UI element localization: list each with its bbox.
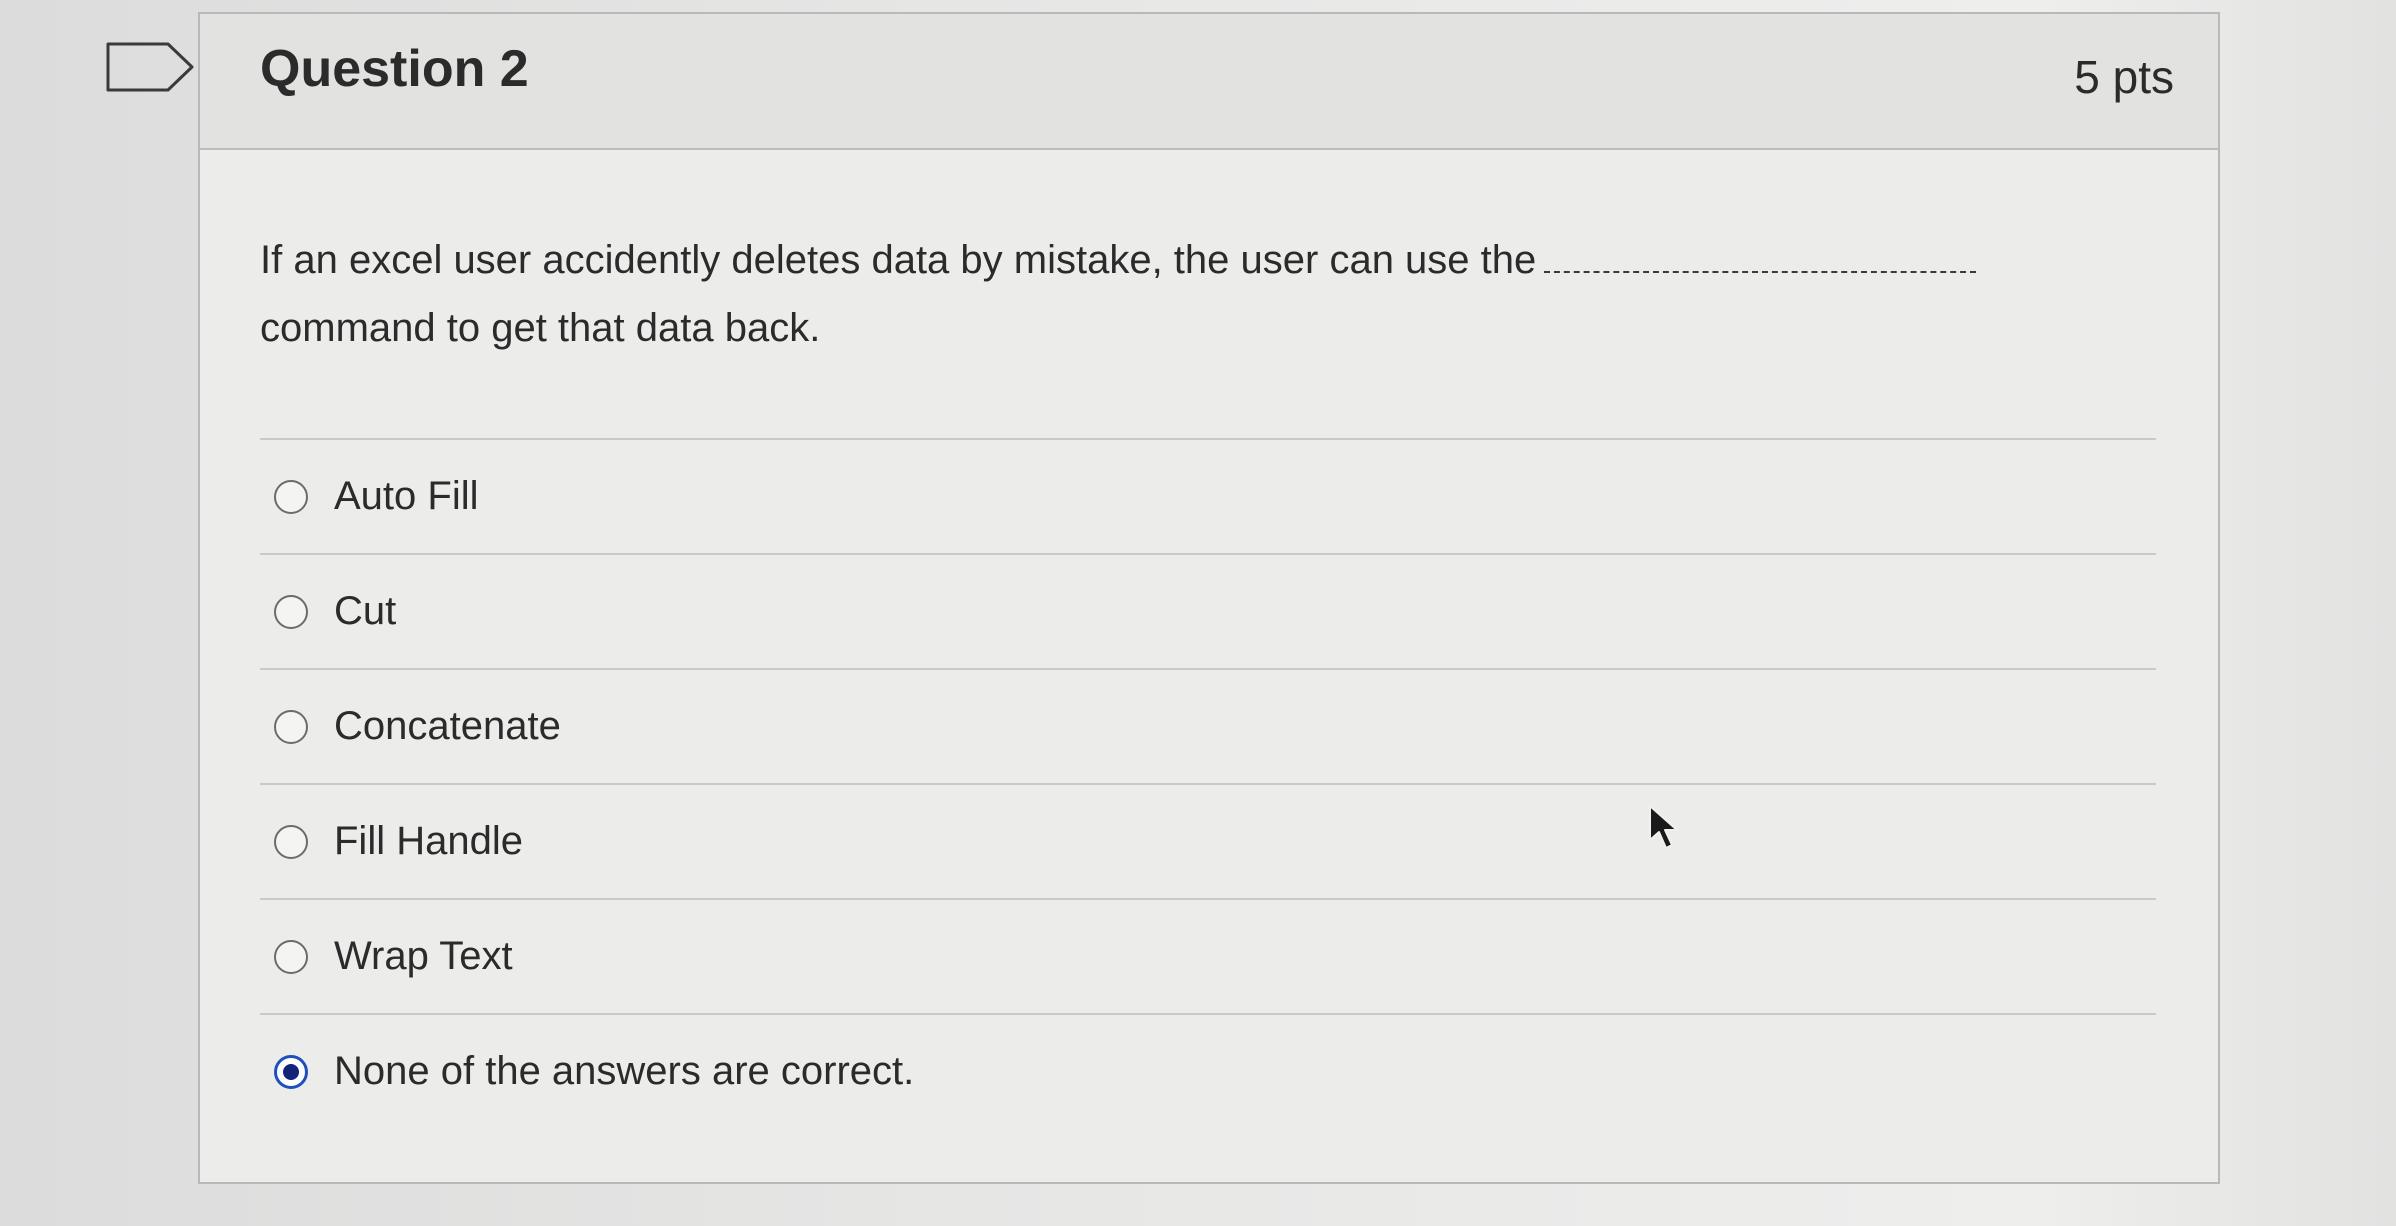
answer-option-fill-handle[interactable]: Fill Handle: [260, 783, 2156, 898]
question-header: Question 2 5 pts: [200, 14, 2218, 150]
flag-question-icon[interactable]: [106, 42, 196, 92]
question-title: Question 2: [260, 40, 529, 98]
answer-label[interactable]: Fill Handle: [334, 815, 523, 867]
answer-label[interactable]: Auto Fill: [334, 470, 479, 522]
answer-option-cut[interactable]: Cut: [260, 553, 2156, 668]
question-text-before-blank: If an excel user accidently deletes data…: [260, 238, 1537, 282]
answer-option-none-correct[interactable]: None of the answers are correct.: [260, 1013, 2156, 1128]
question-points: 5 pts: [2074, 51, 2174, 103]
answer-option-auto-fill[interactable]: Auto Fill: [260, 438, 2156, 553]
mouse-pointer-icon: [1649, 805, 1678, 849]
radio-button-selected[interactable]: [274, 1055, 308, 1089]
answer-blank: [1544, 241, 1977, 273]
radio-button[interactable]: [274, 480, 308, 514]
radio-button[interactable]: [274, 595, 308, 629]
radio-button[interactable]: [274, 940, 308, 974]
radio-button[interactable]: [274, 710, 308, 744]
answer-label[interactable]: Concatenate: [334, 700, 561, 752]
question-text-after-blank: command to get that data back.: [260, 306, 821, 350]
question-text: If an excel user accidently deletes data…: [260, 226, 2140, 362]
answer-list: Auto Fill Cut Concatenate Fill Handle Wr…: [260, 438, 2156, 1128]
radio-button[interactable]: [274, 825, 308, 859]
answer-label[interactable]: Wrap Text: [334, 930, 513, 982]
answer-label[interactable]: None of the answers are correct.: [334, 1045, 914, 1097]
question-card: Question 2 5 pts If an excel user accide…: [198, 12, 2220, 1184]
answer-label[interactable]: Cut: [334, 585, 396, 637]
answer-option-wrap-text[interactable]: Wrap Text: [260, 898, 2156, 1013]
answer-option-concatenate[interactable]: Concatenate: [260, 668, 2156, 783]
